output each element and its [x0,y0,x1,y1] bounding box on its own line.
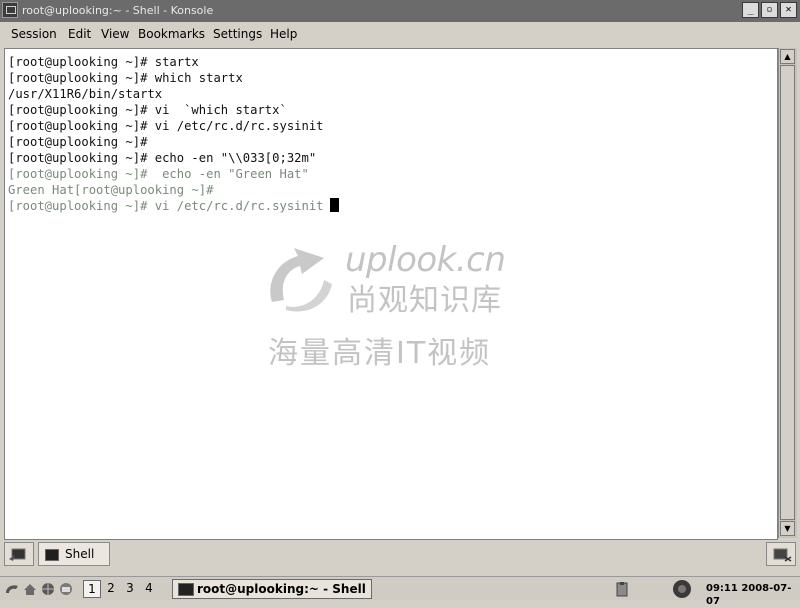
close-session-icon [773,548,792,562]
watermark-tagline: 海量高清IT视频 [268,336,492,371]
menu-session[interactable]: Session [11,26,57,42]
home-icon[interactable] [22,581,38,597]
terminal-line: [root@uplooking ~]# echo -en "\\033[0;32… [8,151,317,165]
maximize-icon[interactable]: ▫ [761,2,778,18]
new-session-icon [9,548,26,561]
new-session-button[interactable] [4,542,34,566]
terminal-line: /usr/X11R6/bin/startx [8,87,163,101]
window-titlebar[interactable]: root@uplooking:~ - Shell - Konsole _ ▫ ✕ [0,0,800,22]
globe-icon[interactable] [40,581,56,597]
terminal-line-current: [root@uplooking ~]# vi /etc/rc.d/rc.sysi… [8,198,339,214]
terminal-line: Green Hat[root@uplooking ~]# [8,183,214,197]
konsole-icon[interactable] [2,2,18,18]
desktop-3-button[interactable]: 3 [121,580,139,598]
scrollbar-thumb[interactable] [780,65,795,520]
watermark-title: uplook.cn [345,240,506,280]
terminal-line: [root@uplooking ~]# which startx [8,71,243,85]
terminal-line: [root@uplooking ~]# vi /etc/rc.d/rc.sysi… [8,119,324,133]
menu-bookmarks[interactable]: Bookmarks [138,26,205,42]
desktop-2-button[interactable]: 2 [102,580,120,598]
vertical-scrollbar[interactable]: ▲ ▼ [778,48,797,538]
text-cursor [329,198,339,212]
terminal-line: [root@uplooking ~]# [8,135,148,149]
session-tab-bar: Shell [0,540,800,568]
scroll-down-icon[interactable]: ▼ [780,521,795,536]
taskbar-task-konsole[interactable]: root@uplooking:~ - Shell [172,579,372,599]
kde-menu-icon[interactable] [4,581,20,597]
klipper-icon[interactable] [614,581,630,597]
task-label: root@uplooking:~ - Shell [197,582,366,596]
mail-icon[interactable] [58,581,74,597]
minimize-icon[interactable]: _ [742,2,759,18]
tab-label: Shell [65,547,95,561]
scroll-up-icon[interactable]: ▲ [780,49,795,64]
kde-taskbar: 1 2 3 4 root@uplooking:~ - Shell 09:11 2… [0,576,800,607]
menu-edit[interactable]: Edit [68,26,91,42]
menu-settings[interactable]: Settings [213,26,262,42]
desktop-4-button[interactable]: 4 [140,580,158,598]
desktop-1-button[interactable]: 1 [83,580,101,598]
close-icon[interactable]: ✕ [780,2,797,18]
terminal-icon [178,583,194,596]
terminal-line: [root@uplooking ~]# startx [8,55,199,69]
tab-shell[interactable]: Shell [38,542,110,566]
terminal-line: [root@uplooking ~]# vi `which startx` [8,103,287,117]
watermark-subtitle: 尚观知识库 [347,283,502,318]
window-title: root@uplooking:~ - Shell - Konsole [22,4,214,17]
terminal-icon [45,549,59,561]
speaker-icon[interactable] [672,579,692,599]
menu-help[interactable]: Help [270,26,297,42]
close-session-button[interactable] [766,542,796,566]
terminal-line: [root@uplooking ~]# echo -en "Green Hat" [8,167,309,181]
taskbar-clock[interactable]: 09:11 2008-07-07 [706,582,800,608]
menu-bar: Session Edit View Bookmarks Settings Hel… [0,22,800,46]
terminal-current-command: [root@uplooking ~]# vi /etc/rc.d/rc.sysi… [8,199,324,213]
menu-view[interactable]: View [101,26,129,42]
uplook-logo-icon [270,248,332,312]
